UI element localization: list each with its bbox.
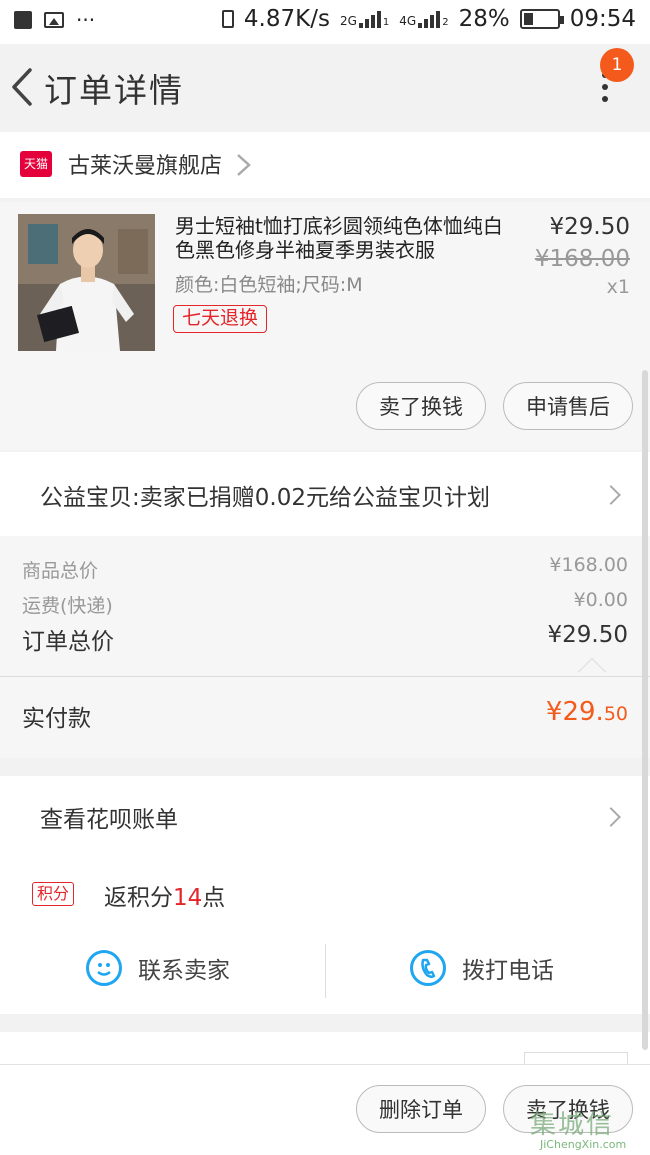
call-phone-button[interactable]: 拨打电话: [410, 950, 554, 986]
status-more-dots: ···: [76, 8, 96, 32]
charity-row[interactable]: 公益宝贝:卖家已捐赠0.02元给公益宝贝计划: [0, 452, 650, 536]
notification-badge: 1: [600, 48, 634, 82]
product-quantity: x1: [606, 276, 630, 298]
product-thumbnail[interactable]: [18, 214, 155, 351]
vibrate-icon: [221, 10, 234, 28]
battery-percent: 28%: [458, 6, 510, 32]
goods-total-label: 商品总价: [22, 560, 99, 582]
paid-value-int: ¥29.: [545, 697, 604, 727]
shipping-value: ¥0.00: [573, 589, 628, 611]
clock: 09:54: [569, 6, 636, 32]
after-sales-button[interactable]: 申请售后: [503, 382, 633, 430]
paid-value: ¥29.50: [546, 697, 628, 727]
paid-row: 实付款 ¥29.50: [0, 676, 650, 758]
more-dot: [602, 96, 608, 102]
store-row[interactable]: 天猫 古莱沃曼旗舰店: [0, 132, 650, 198]
huabei-bill-link[interactable]: 查看花呗账单: [40, 800, 178, 834]
charity-text: 公益宝贝:卖家已捐赠0.02元给公益宝贝计划: [40, 485, 490, 511]
back-button[interactable]: [8, 66, 44, 108]
delete-order-button[interactable]: 删除订单: [356, 1085, 486, 1133]
chevron-right-icon: [601, 485, 621, 505]
points-value: 14: [173, 885, 203, 911]
phone-icon: [410, 950, 446, 986]
product-name[interactable]: 男士短袖t恤打底衫圆领纯色体恤纯白色黑色修身半袖夏季男装衣服: [175, 214, 515, 262]
product-original-price: ¥168.00: [534, 246, 630, 272]
goods-total-value: ¥168.00: [549, 554, 628, 576]
contact-seller-button[interactable]: 联系卖家: [86, 950, 230, 986]
watermark-url: JiChengXin.com: [540, 1138, 627, 1151]
page-title: 订单详情: [44, 71, 184, 110]
product-card: 男士短袖t恤打底衫圆领纯色体恤纯白色黑色修身半袖夏季男装衣服 颜色:白色短袖;尺…: [0, 202, 650, 450]
signal-icon: [358, 10, 381, 28]
contact-seller-label: 联系卖家: [138, 958, 230, 984]
image-icon: [44, 12, 64, 28]
chat-face-icon: [86, 950, 122, 986]
product-price: ¥29.50: [549, 214, 630, 240]
app-grid-icon: [14, 11, 32, 29]
product-photo-icon: [18, 214, 155, 351]
points-badge: 积分: [32, 882, 75, 906]
order-total-label: 订单总价: [22, 629, 114, 655]
product-spec: 颜色:白色短袖;尺码:M: [175, 274, 363, 296]
store-name: 古莱沃曼旗舰店: [68, 154, 223, 179]
signal-icon-2: [418, 10, 441, 28]
sell-for-cash-button[interactable]: 卖了换钱: [356, 382, 486, 430]
paid-value-decimal: 50: [603, 703, 628, 725]
points-text: 返积分14点: [104, 885, 226, 911]
chevron-right-icon: [601, 807, 621, 827]
scrollbar[interactable]: [642, 370, 648, 1050]
sim2-label: 4G 2: [399, 10, 449, 28]
sim1-label: 2G 1: [340, 10, 389, 28]
status-left: ···: [14, 8, 95, 32]
nav-header: 订单详情 1: [0, 44, 650, 132]
service-card: 查看花呗账单 积分 返积分14点 联系卖家 拨打电话: [0, 776, 650, 1014]
net-speed: 4.87K/s: [243, 6, 330, 32]
divider: [325, 944, 326, 998]
next-card-peek: [0, 1032, 650, 1066]
paid-label: 实付款: [22, 706, 91, 732]
battery-icon: [519, 9, 564, 29]
watermark-logo: 集城信: [530, 1110, 615, 1140]
status-bar: ··· 4.87K/s 2G 1 4G 2 28% 09:54: [0, 0, 650, 44]
price-summary: 商品总价 ¥168.00 运费(快递) ¥0.00 订单总价 ¥29.50: [0, 536, 650, 687]
order-total-value: ¥29.50: [547, 622, 628, 648]
status-right: 4.87K/s 2G 1 4G 2 28% 09:54: [221, 6, 636, 32]
battery-fill: [523, 13, 533, 25]
shipping-label: 运费(快递): [22, 595, 113, 617]
chevron-left-icon: [12, 68, 32, 106]
chevron-right-icon: [232, 150, 256, 180]
return-policy-badge: 七天退换: [173, 305, 268, 333]
tmall-logo-icon: 天猫: [20, 151, 52, 177]
call-phone-label: 拨打电话: [462, 958, 554, 984]
more-dot: [602, 84, 608, 90]
